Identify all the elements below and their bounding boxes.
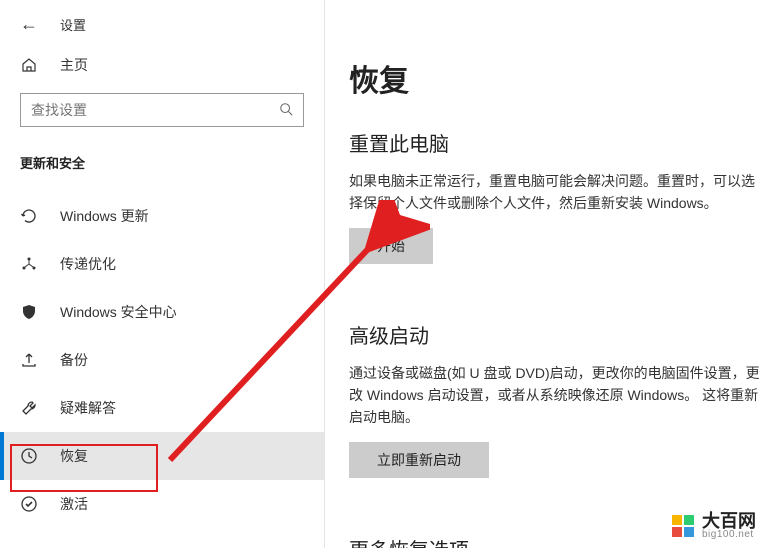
recovery-icon: [20, 447, 38, 465]
advanced-heading: 高级启动: [349, 320, 768, 349]
sidebar-item-delivery-optimization[interactable]: 传递优化: [0, 240, 324, 288]
back-arrow-icon[interactable]: ←: [20, 14, 38, 35]
watermark: 大百网 big100.net: [672, 512, 756, 540]
sidebar-item-recovery[interactable]: 恢复: [0, 432, 324, 480]
search-input-container[interactable]: [20, 93, 304, 127]
watermark-en: big100.net: [702, 530, 756, 540]
watermark-logo-icon: [672, 515, 694, 537]
reset-body: 如果电脑未正常运行，重置电脑可能会解决问题。重置时，可以选择保留个人文件或删除个…: [349, 171, 768, 214]
home-link[interactable]: 主页: [0, 45, 324, 89]
sidebar-item-label: 激活: [60, 494, 88, 514]
reset-heading: 重置此电脑: [349, 128, 768, 157]
sidebar-item-windows-security[interactable]: Windows 安全中心: [0, 288, 324, 336]
sidebar-item-label: 传递优化: [60, 254, 116, 274]
window-title: 设置: [60, 15, 86, 34]
troubleshoot-icon: [20, 399, 38, 417]
reset-start-button[interactable]: 开始: [349, 228, 433, 264]
sidebar-item-label: Windows 安全中心: [60, 302, 177, 322]
backup-icon: [20, 351, 38, 369]
advanced-restart-button[interactable]: 立即重新启动: [349, 442, 489, 478]
search-icon: [279, 102, 293, 119]
watermark-cn: 大百网: [702, 512, 756, 530]
page-title: 恢复: [349, 56, 768, 100]
activation-icon: [20, 495, 38, 513]
sidebar-item-windows-update[interactable]: Windows 更新: [0, 192, 324, 240]
sidebar-item-label: Windows 更新: [60, 206, 149, 226]
category-header: 更新和安全: [0, 147, 324, 186]
shield-icon: [20, 303, 38, 321]
sidebar-item-label: 恢复: [60, 446, 88, 466]
sidebar-item-label: 备份: [60, 350, 88, 370]
sidebar-item-activation[interactable]: 激活: [0, 480, 324, 528]
home-icon: [20, 57, 38, 73]
sidebar-item-backup[interactable]: 备份: [0, 336, 324, 384]
delivery-icon: [20, 255, 38, 273]
search-input[interactable]: [31, 102, 279, 118]
home-label: 主页: [60, 55, 88, 75]
sidebar-item-label: 疑难解答: [60, 398, 116, 418]
sidebar-item-troubleshoot[interactable]: 疑难解答: [0, 384, 324, 432]
advanced-body: 通过设备或磁盘(如 U 盘或 DVD)启动，更改你的电脑固件设置，更改 Wind…: [349, 363, 768, 428]
update-icon: [20, 207, 38, 225]
